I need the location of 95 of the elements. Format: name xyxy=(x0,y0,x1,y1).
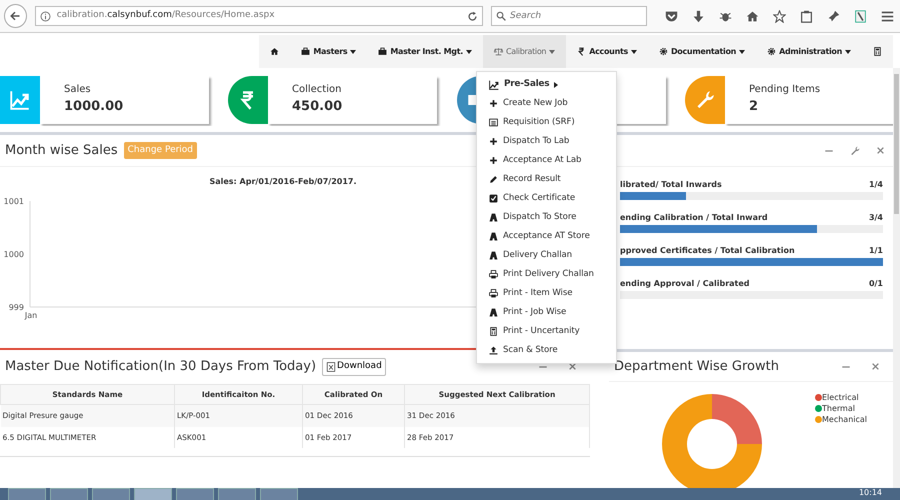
search-field[interactable]: Search xyxy=(491,6,647,26)
x-tick-label: Jan xyxy=(24,311,38,320)
close-icon xyxy=(876,146,885,155)
home-icon[interactable] xyxy=(746,10,759,22)
menu-item[interactable]: Requisition (SRF) xyxy=(477,113,616,132)
pencil-icon xyxy=(489,175,498,184)
progress-label: librated/ Total Inwards xyxy=(620,179,722,191)
menu-item[interactable]: Print - Uncertanity xyxy=(477,322,616,341)
nav-menu[interactable]: Documentation xyxy=(648,35,756,68)
menu-item[interactable]: Delivery Challan xyxy=(477,246,616,265)
nav-menu[interactable]: Masters xyxy=(290,35,368,68)
reload-icon xyxy=(467,10,478,22)
download-icon[interactable] xyxy=(692,10,705,22)
calculator-icon xyxy=(873,47,882,56)
plus-icon xyxy=(489,137,498,146)
road-icon xyxy=(489,308,498,317)
pin-icon[interactable] xyxy=(827,10,840,22)
road-icon xyxy=(489,232,498,241)
info-icon xyxy=(40,10,51,22)
y-tick-label: 1001 xyxy=(4,197,24,206)
printer-icon xyxy=(489,270,498,279)
gear-icon xyxy=(658,47,668,56)
wrench-icon xyxy=(850,146,860,156)
gear-icon xyxy=(767,47,776,56)
menu-item[interactable]: Print Delivery Challan xyxy=(477,265,616,284)
nav-menu[interactable]: Administration xyxy=(756,35,862,68)
submenu-arrow-icon xyxy=(554,82,558,88)
legend-label: Mechanical xyxy=(822,414,868,425)
panel-title: Department Wise Growth xyxy=(614,358,779,376)
panel-title: Month wise Sales xyxy=(5,142,118,160)
legend-label: Thermal xyxy=(822,403,855,414)
checkbox-icon xyxy=(489,194,498,203)
road-icon xyxy=(489,251,498,260)
stat-label: Collection xyxy=(292,83,342,97)
menu-item[interactable]: Dispatch To Store xyxy=(477,208,616,227)
pocket-icon[interactable] xyxy=(665,10,678,22)
chart-title: Sales: Apr/01/2016-Feb/07/2017. xyxy=(209,177,357,186)
nav-menu[interactable]: Calibration xyxy=(482,35,566,68)
progress-label: ending Approval / Calibrated xyxy=(620,278,750,290)
menu-item[interactable]: Create New Job xyxy=(477,94,616,113)
stat-value: 1000.00 xyxy=(64,98,124,116)
progress-label: pproved Certificates / Total Calibration xyxy=(620,245,795,257)
calculator-icon xyxy=(489,327,498,336)
menu-item[interactable]: Acceptance At Lab xyxy=(477,151,616,170)
close-icon xyxy=(568,362,577,371)
stat-value: 2 xyxy=(749,98,760,116)
address-field[interactable]: calibration.calsynbuf.com/Resources/Home.aspx xyxy=(34,6,483,26)
home-icon xyxy=(270,47,280,56)
menu-item[interactable]: Dispatch To Lab xyxy=(477,132,616,151)
trend-chart-icon xyxy=(10,90,30,110)
extension-icon[interactable] xyxy=(854,10,867,22)
menu-icon[interactable] xyxy=(881,10,894,22)
clock-time: 10:14 xyxy=(858,487,882,499)
nav-menu[interactable]: Master Inst. Mgt. xyxy=(367,35,483,68)
progress-label: ending Calibration / Total Inward xyxy=(620,212,768,224)
legend-label: Electrical xyxy=(822,392,859,403)
road-icon xyxy=(489,213,498,222)
stat-value: 450.00 xyxy=(292,98,344,116)
submenu-item[interactable]: Pre-Sales xyxy=(477,75,616,94)
menu-item[interactable]: Scan & Store xyxy=(477,341,616,360)
progress-reading: 1/1 xyxy=(868,245,883,257)
plus-icon xyxy=(489,99,498,108)
menu-item[interactable]: Check Certificate xyxy=(477,189,616,208)
nav-menu[interactable]: Accounts xyxy=(566,35,648,68)
back-button[interactable] xyxy=(4,4,27,28)
y-tick-label: 999 xyxy=(8,303,24,312)
close-icon xyxy=(871,362,880,370)
trend-chart-icon xyxy=(489,80,499,90)
wrench-icon xyxy=(695,90,715,110)
back-arrow-icon xyxy=(9,10,22,22)
scrollbar[interactable] xyxy=(893,68,900,488)
briefcase-icon xyxy=(378,47,388,56)
menu-item[interactable]: Print - Item Wise xyxy=(477,284,616,303)
upload-icon xyxy=(489,346,498,355)
progress-reading: 0/1 xyxy=(868,278,883,290)
menu-item[interactable]: Record Result xyxy=(477,170,616,189)
scale-icon xyxy=(494,47,503,56)
progress-reading: 3/4 xyxy=(868,212,883,224)
plus-icon xyxy=(489,156,498,165)
briefcase-icon xyxy=(301,47,310,56)
stat-label: Pending Items xyxy=(749,83,822,97)
bookmark-star-icon[interactable] xyxy=(773,10,786,22)
url-text: calibration.calsynbuf.com/Resources/Home.aspx xyxy=(56,9,276,22)
download-button[interactable]: Download xyxy=(322,358,386,376)
panel-title: Master Due Notification(In 30 Days From Today) xyxy=(5,358,316,376)
printer-icon xyxy=(489,289,498,298)
spreadsheet-icon xyxy=(326,362,336,372)
stat-label: Sales xyxy=(64,83,92,97)
y-tick-label: 1000 xyxy=(4,250,24,259)
menu-item[interactable]: Acceptance AT Store xyxy=(477,227,616,246)
clipboard-icon[interactable] xyxy=(800,10,813,22)
menu-item[interactable]: Print - Job Wise xyxy=(477,303,616,322)
list-icon xyxy=(489,118,498,127)
progress-reading: 1/4 xyxy=(868,179,883,191)
rupee-icon xyxy=(577,47,586,56)
